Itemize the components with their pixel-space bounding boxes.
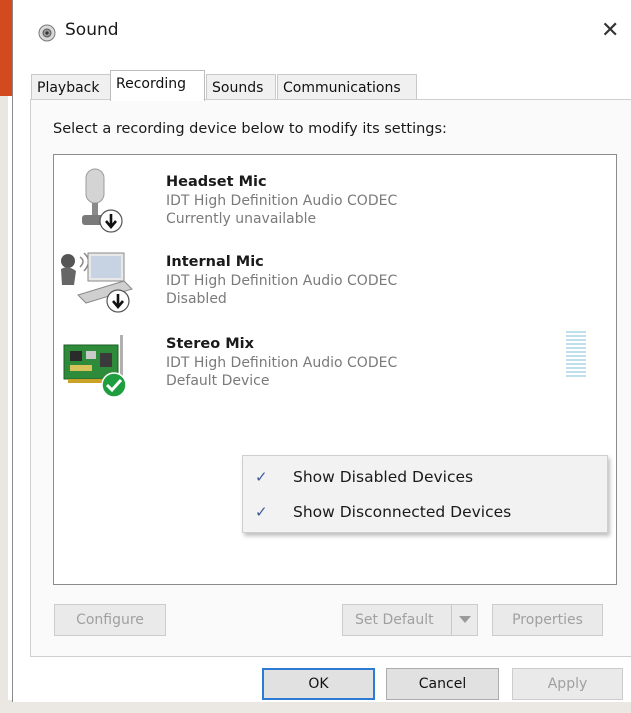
menu-item-show-disconnected[interactable]: ✓ Show Disconnected Devices [243, 494, 607, 530]
menu-item-show-disabled[interactable]: ✓ Show Disabled Devices [243, 459, 607, 495]
tab-playback[interactable]: Playback [31, 74, 111, 100]
tab-label: Sounds [212, 80, 264, 96]
sound-dialog: Sound ✕ Playback Recording Sounds Commun… [12, 0, 631, 702]
background-window-edge-lower [0, 96, 8, 713]
close-button[interactable]: ✕ [601, 18, 619, 43]
sound-card-icon [63, 335, 127, 398]
level-meter [566, 331, 586, 393]
level-meter-bar [566, 359, 586, 361]
device-item-stereo-mix[interactable]: Stereo Mix IDT High Definition Audio COD… [54, 325, 614, 405]
tab-strip: Playback Recording Sounds Communications [31, 70, 631, 101]
level-meter-bar [566, 363, 586, 365]
cancel-button[interactable]: Cancel [386, 668, 499, 700]
level-meter-bar [566, 367, 586, 369]
menu-item-label: Show Disconnected Devices [293, 503, 512, 521]
set-default-dropdown[interactable] [451, 605, 477, 635]
green-check-badge-icon [101, 372, 127, 398]
device-status: Default Device [166, 373, 270, 389]
tab-recording[interactable]: Recording [110, 70, 205, 101]
tab-communications[interactable]: Communications [277, 74, 417, 100]
level-meter-bar [566, 351, 586, 353]
tab-sounds[interactable]: Sounds [206, 74, 276, 100]
device-name: Internal Mic [166, 254, 264, 270]
check-icon: ✓ [255, 503, 268, 521]
context-menu: ✓ Show Disabled Devices ✓ Show Disconnec… [242, 455, 608, 533]
tab-label: Playback [37, 80, 100, 96]
ok-button[interactable]: OK [262, 668, 375, 700]
level-meter-bar [566, 331, 586, 333]
level-meter-bar [566, 375, 586, 377]
level-meter-bar [566, 355, 586, 357]
check-icon: ✓ [255, 468, 268, 486]
device-name: Stereo Mix [166, 336, 254, 352]
level-meter-bar [566, 347, 586, 349]
window-title: Sound [65, 20, 119, 40]
speaker-icon [38, 24, 56, 42]
device-driver: IDT High Definition Audio CODEC [166, 273, 398, 289]
device-item-internal-mic[interactable]: Internal Mic IDT High Definition Audio C… [54, 243, 614, 323]
level-meter-bar [566, 371, 586, 373]
properties-button[interactable]: Properties [492, 604, 603, 636]
microphone-icon [82, 168, 123, 233]
set-default-button[interactable]: Set Default [342, 604, 478, 636]
apply-button[interactable]: Apply [512, 668, 623, 700]
device-status: Currently unavailable [166, 211, 317, 227]
background-window-edge [0, 0, 12, 96]
level-meter-bar [566, 343, 586, 345]
laptop-mic-icon [61, 252, 133, 313]
instruction-text: Select a recording device below to modif… [53, 121, 447, 137]
device-driver: IDT High Definition Audio CODEC [166, 355, 398, 371]
device-item-headset-mic[interactable]: Headset Mic IDT High Definition Audio CO… [54, 163, 614, 243]
level-meter-bar [566, 335, 586, 337]
set-default-label: Set Default [355, 612, 434, 628]
chevron-down-icon [459, 616, 471, 623]
menu-item-label: Show Disabled Devices [293, 468, 474, 486]
level-meter-bar [566, 339, 586, 341]
device-status: Disabled [166, 291, 227, 307]
title-bar[interactable]: Sound ✕ [13, 0, 631, 64]
tab-label: Recording [116, 76, 187, 92]
device-list[interactable]: Headset Mic IDT High Definition Audio CO… [53, 154, 617, 585]
device-name: Headset Mic [166, 174, 267, 190]
tab-label: Communications [283, 80, 401, 96]
configure-button[interactable]: Configure [54, 604, 166, 636]
device-driver: IDT High Definition Audio CODEC [166, 193, 398, 209]
